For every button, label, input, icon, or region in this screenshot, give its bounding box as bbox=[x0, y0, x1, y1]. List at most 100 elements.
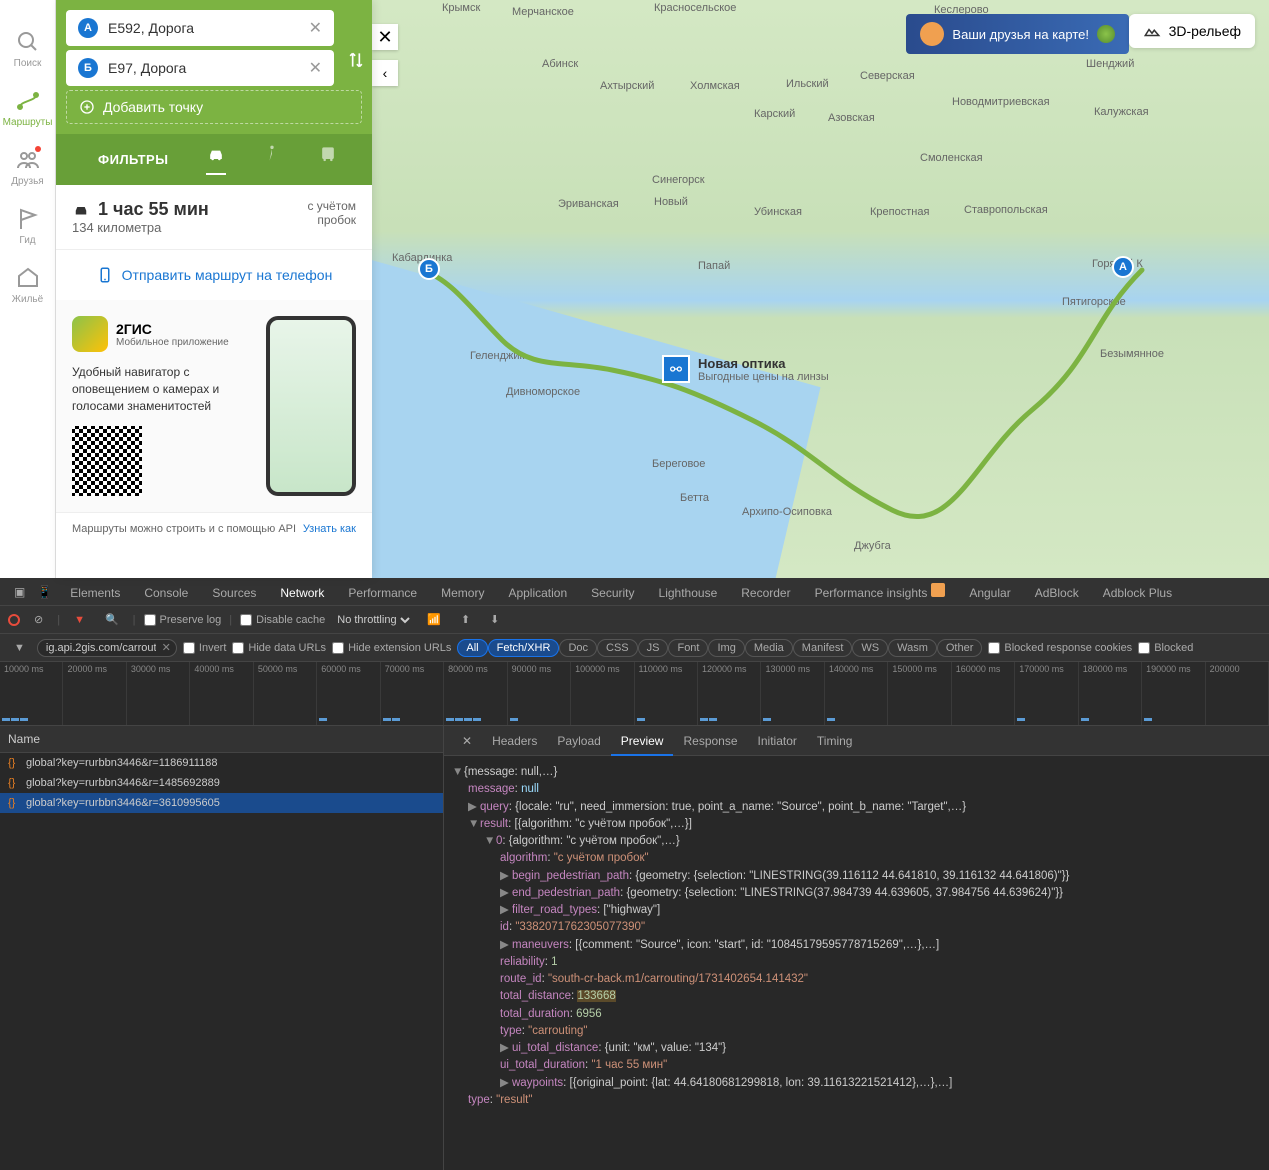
devtools-tab[interactable]: Performance insights bbox=[803, 580, 958, 606]
sidebar-item-search[interactable]: Поиск bbox=[0, 20, 55, 79]
swap-button[interactable] bbox=[346, 50, 366, 75]
devtools-tab[interactable]: Memory bbox=[429, 580, 496, 606]
input-point-a[interactable]: А E592, Дорога ✕ bbox=[66, 10, 334, 46]
marker-b[interactable]: Б bbox=[418, 258, 440, 280]
throttling-select[interactable]: No throttling bbox=[333, 613, 413, 627]
filter-input[interactable] bbox=[37, 639, 177, 657]
app-promo: 2ГИС Мобильное приложение Удобный навига… bbox=[56, 300, 372, 512]
relief-button[interactable]: 3D-рельеф bbox=[1129, 14, 1255, 48]
request-row[interactable]: {}global?key=rurbbn3446&r=1485692889 bbox=[0, 773, 443, 793]
route-summary[interactable]: 1 час 55 мин 134 километра с учётом проб… bbox=[56, 185, 372, 250]
filter-pill[interactable]: Img bbox=[708, 639, 744, 657]
wifi-icon[interactable]: 📶 bbox=[421, 609, 447, 630]
map-city-label: Холмская bbox=[690, 80, 740, 92]
devtools-tab[interactable]: Console bbox=[132, 580, 200, 606]
filter-pill[interactable]: Other bbox=[937, 639, 983, 657]
disable-cache-checkbox[interactable]: Disable cache bbox=[240, 614, 325, 626]
devtools-tab[interactable]: Performance bbox=[336, 580, 429, 606]
hide-ext-urls-checkbox[interactable]: Hide extension URLs bbox=[332, 642, 451, 654]
marker-a[interactable]: А bbox=[1112, 256, 1134, 278]
detail-tab[interactable]: Payload bbox=[547, 728, 610, 754]
plus-circle-icon bbox=[79, 99, 95, 115]
sidebar-item-housing[interactable]: Жильё bbox=[0, 256, 55, 315]
filter-pill[interactable]: CSS bbox=[597, 639, 638, 657]
route-inputs: А E592, Дорога ✕ Б E97, Дорога ✕ Добавит… bbox=[56, 0, 372, 134]
sidebar-item-guide[interactable]: Гид bbox=[0, 197, 55, 256]
network-timeline[interactable]: 10000 ms20000 ms30000 ms40000 ms50000 ms… bbox=[0, 662, 1269, 726]
input-point-b[interactable]: Б E97, Дорога ✕ bbox=[66, 50, 334, 86]
transport-walk-icon[interactable] bbox=[262, 144, 282, 175]
request-type-icon: {} bbox=[8, 777, 20, 789]
poi-title: Новая оптика bbox=[698, 356, 829, 371]
timeline-column: 80000 ms bbox=[444, 662, 507, 725]
devtools-tab[interactable]: Angular bbox=[957, 580, 1022, 606]
devtools-tab[interactable]: Network bbox=[268, 580, 336, 608]
sidebar-item-friends[interactable]: Друзья bbox=[0, 138, 55, 197]
map-canvas[interactable]: ✕ ‹ КрымскМерчанскоеКрасносельскоеКеслер… bbox=[372, 0, 1269, 578]
request-list: Name {}global?key=rurbbn3446&r=118691118… bbox=[0, 726, 444, 1170]
send-icon bbox=[96, 266, 114, 284]
request-row[interactable]: {}global?key=rurbbn3446&r=3610995605 bbox=[0, 793, 443, 813]
filter-pill[interactable]: Wasm bbox=[888, 639, 937, 657]
transport-bus-icon[interactable] bbox=[318, 144, 338, 175]
add-point-button[interactable]: Добавить точку bbox=[66, 90, 362, 124]
funnel-icon[interactable]: ▼ bbox=[8, 638, 31, 658]
api-link[interactable]: Узнать как bbox=[303, 523, 356, 535]
add-point-label: Добавить точку bbox=[103, 99, 203, 115]
search-icon[interactable]: 🔍 bbox=[99, 609, 125, 630]
timeline-column: 90000 ms bbox=[508, 662, 571, 725]
filter-toggle-icon[interactable]: ▼ bbox=[68, 610, 91, 630]
promo-text: Удобный навигатор с оповещением о камера… bbox=[72, 364, 254, 414]
preview-pane[interactable]: ▼{message: null,…} message: null ▶query:… bbox=[444, 756, 1269, 1170]
map-city-label: Новый bbox=[654, 196, 688, 208]
request-row[interactable]: {}global?key=rurbbn3446&r=1186911188 bbox=[0, 753, 443, 773]
record-button[interactable] bbox=[8, 614, 20, 626]
filters-label[interactable]: ФИЛЬТРЫ bbox=[98, 152, 168, 167]
blocked-cookies-checkbox[interactable]: Blocked response cookies bbox=[988, 642, 1132, 654]
filter-pill[interactable]: WS bbox=[852, 639, 888, 657]
swap-icon bbox=[346, 50, 366, 70]
send-route-button[interactable]: Отправить маршрут на телефон bbox=[56, 250, 372, 300]
sidebar-item-routes[interactable]: Маршруты bbox=[0, 79, 55, 138]
devtools-tab[interactable]: Lighthouse bbox=[647, 580, 730, 606]
poi-card[interactable]: Новая оптика Выгодные цены на линзы bbox=[662, 355, 829, 383]
name-column-header[interactable]: Name bbox=[0, 726, 443, 753]
timeline-column: 10000 ms bbox=[0, 662, 63, 725]
blocked-checkbox[interactable]: Blocked bbox=[1138, 642, 1193, 654]
filter-pill[interactable]: Media bbox=[745, 639, 793, 657]
detail-tab[interactable]: Response bbox=[673, 728, 747, 754]
filter-pill[interactable]: Doc bbox=[559, 639, 597, 657]
detail-tab[interactable]: Headers bbox=[482, 728, 547, 754]
inspect-icon[interactable]: ▣ bbox=[8, 581, 31, 603]
friends-banner[interactable]: Ваши друзья на карте! bbox=[906, 14, 1129, 54]
download-icon[interactable]: ⬇ bbox=[484, 609, 505, 630]
device-icon[interactable]: 📱 bbox=[31, 581, 58, 603]
devtools-tab[interactable]: Elements bbox=[58, 580, 132, 606]
timeline-column: 170000 ms bbox=[1015, 662, 1078, 725]
preserve-log-checkbox[interactable]: Preserve log bbox=[144, 614, 222, 626]
filter-pill[interactable]: All bbox=[457, 639, 487, 657]
detail-tab[interactable]: Timing bbox=[807, 728, 863, 754]
devtools-tab[interactable]: Adblock Plus bbox=[1091, 580, 1184, 606]
banner-text: Ваши друзья на карте! bbox=[952, 27, 1089, 42]
close-detail-icon[interactable]: ✕ bbox=[452, 728, 482, 754]
detail-tab[interactable]: Initiator bbox=[748, 728, 807, 754]
filter-pill[interactable]: JS bbox=[638, 639, 669, 657]
clear-b-icon[interactable]: ✕ bbox=[309, 58, 322, 78]
filter-pill[interactable]: Font bbox=[668, 639, 708, 657]
devtools-tab[interactable]: AdBlock bbox=[1023, 580, 1091, 606]
devtools-tab[interactable]: Security bbox=[579, 580, 646, 606]
clear-icon[interactable]: ⊘ bbox=[28, 609, 49, 630]
detail-tab[interactable]: Preview bbox=[611, 728, 674, 756]
upload-icon[interactable]: ⬆ bbox=[455, 609, 476, 630]
clear-a-icon[interactable]: ✕ bbox=[309, 18, 322, 38]
invert-checkbox[interactable]: Invert bbox=[183, 642, 227, 654]
devtools-tab[interactable]: Sources bbox=[200, 580, 268, 606]
transport-car-icon[interactable] bbox=[206, 144, 226, 175]
clear-filter-icon[interactable]: ✕ bbox=[162, 641, 171, 654]
devtools-tab[interactable]: Application bbox=[496, 580, 579, 606]
hide-data-urls-checkbox[interactable]: Hide data URLs bbox=[232, 642, 326, 654]
filter-pill[interactable]: Fetch/XHR bbox=[488, 639, 560, 657]
devtools-tab[interactable]: Recorder bbox=[729, 580, 802, 606]
filter-pill[interactable]: Manifest bbox=[793, 639, 853, 657]
